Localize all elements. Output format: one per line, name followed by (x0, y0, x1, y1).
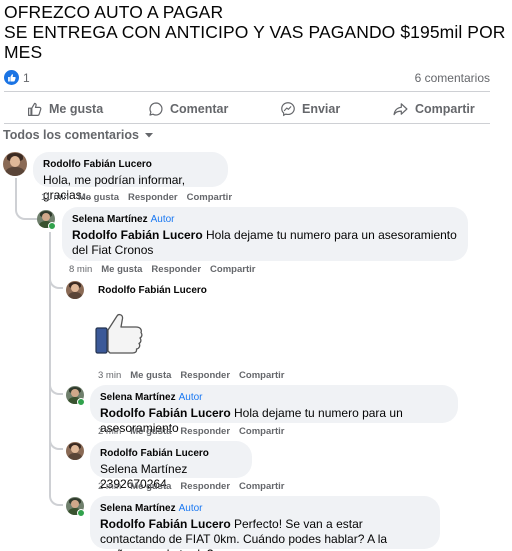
comment-meta: 3 min Me gusta Responder Compartir (98, 370, 293, 381)
like-link[interactable]: Me gusta (78, 192, 119, 203)
comment-time[interactable]: 2 min (98, 426, 121, 437)
thread-connector (49, 276, 63, 289)
sort-label: Todos los comentarios (3, 128, 139, 142)
mention-tag[interactable]: Rodolfo Fabián Lucero (72, 228, 203, 242)
thumbs-up-icon (28, 102, 42, 116)
comment-author: Selena Martínez Autor (72, 213, 458, 226)
mention-tag[interactable]: Rodolfo Fabián Lucero (100, 406, 231, 420)
share-button[interactable]: Compartir (392, 94, 475, 124)
share-link[interactable]: Compartir (210, 264, 255, 275)
post-line: OFREZCO AUTO A PAGAR (4, 2, 224, 22)
messenger-icon (281, 102, 295, 117)
thread-connector (49, 437, 63, 450)
online-status-indicator (77, 509, 85, 517)
comment-time[interactable]: 8 min (69, 264, 92, 275)
comment-bubble: Selena Martínez Autor Rodolfo Fabián Luce… (62, 207, 468, 261)
comment-button[interactable]: Comentar (148, 94, 228, 124)
comment-time[interactable]: 11 min (41, 192, 69, 203)
thread-connector (15, 200, 37, 220)
comment-author[interactable]: Rodolfo Fabián Lucero (43, 158, 218, 171)
reply-link[interactable]: Responder (180, 370, 230, 381)
comment-author[interactable]: Rodolfo Fabián Lucero (100, 447, 242, 460)
comment-bubble: Selena Martínez Autor Rodolfo Fabián Luce… (90, 385, 458, 435)
like-label: Me gusta (49, 102, 104, 116)
like-link[interactable]: Me gusta (130, 370, 171, 381)
comment-bubble: Selena Martínez Autor Rodolfo Fabián Luce… (90, 496, 440, 551)
reactions-bar: 1 6 comentarios (4, 70, 490, 86)
send-label: Enviar (302, 102, 341, 116)
comment-author[interactable]: Rodolfo Fabián Lucero (98, 285, 207, 296)
comment-bubble: Rodolfo Fabián Lucero Hola, me podrían i… (33, 152, 228, 202)
comment-meta: 2 min Me gusta Responder Compartir (98, 481, 293, 492)
online-status-indicator (77, 398, 85, 406)
comment-text: Rodolfo Fabián Lucero Hola dejame tu num… (72, 228, 458, 258)
post-line: MES (4, 42, 43, 62)
comment-bubble: Rodolfo Fabián Lucero Selena Martínez 23… (90, 441, 252, 491)
comment-count[interactable]: 6 comentarios (415, 71, 490, 85)
comment-author: Selena Martínez Autor (100, 391, 448, 404)
share-link[interactable]: Compartir (239, 370, 284, 381)
author-badge: Autor (150, 214, 175, 225)
author-name[interactable]: Selena Martínez (100, 503, 176, 514)
like-link[interactable]: Me gusta (130, 426, 171, 437)
share-link[interactable]: Compartir (239, 426, 284, 437)
comment-author: Selena Martínez Autor (100, 502, 430, 515)
reply-link[interactable]: Responder (180, 481, 230, 492)
avatar[interactable] (3, 152, 27, 176)
reaction-count[interactable]: 1 (23, 71, 30, 85)
like-link[interactable]: Me gusta (130, 481, 171, 492)
share-link[interactable]: Compartir (239, 481, 284, 492)
thumbs-up-sticker-icon (94, 311, 144, 355)
reply-link[interactable]: Responder (180, 426, 230, 437)
comment-label: Comentar (170, 102, 229, 116)
comment-meta: 8 min Me gusta Responder Compartir (69, 264, 264, 275)
post-line: SE ENTREGA CON ANTICIPO Y VAS PAGANDO $1… (4, 22, 506, 42)
chevron-down-icon (144, 133, 153, 138)
comment-meta: 2 min Me gusta Responder Compartir (98, 426, 293, 437)
share-icon (393, 103, 408, 116)
divider (4, 91, 490, 92)
send-button[interactable]: Enviar (280, 94, 340, 124)
author-name[interactable]: Selena Martínez (72, 214, 148, 225)
comment-meta: 11 min Me gusta Responder Compartir (41, 192, 241, 203)
like-reaction-icon[interactable] (4, 70, 19, 85)
author-badge: Autor (178, 392, 203, 403)
thread-line (49, 232, 51, 493)
like-link[interactable]: Me gusta (101, 264, 142, 275)
comment-icon (149, 102, 163, 116)
share-label: Compartir (415, 102, 475, 116)
thread-connector (49, 493, 63, 506)
avatar[interactable] (66, 442, 84, 460)
thread-connector (49, 382, 63, 395)
comment-time[interactable]: 2 min (98, 481, 121, 492)
reply-link[interactable]: Responder (151, 264, 201, 275)
author-name[interactable]: Selena Martínez (100, 392, 176, 403)
comment-time[interactable]: 3 min (98, 370, 121, 381)
post-action-bar: Me gusta Comentar Enviar Compartir (4, 94, 490, 124)
avatar[interactable] (66, 281, 84, 299)
divider (4, 123, 490, 124)
online-status-indicator (48, 222, 56, 230)
reply-link[interactable]: Responder (128, 192, 178, 203)
comment-text: Rodolfo Fabián Lucero Perfecto! Se van a… (100, 517, 430, 551)
mention-tag[interactable]: Rodolfo Fabián Lucero (100, 517, 231, 531)
comment-sort-dropdown[interactable]: Todos los comentarios (3, 128, 156, 142)
author-badge: Autor (178, 503, 203, 514)
like-button[interactable]: Me gusta (27, 94, 103, 124)
share-link[interactable]: Compartir (187, 192, 232, 203)
post-text: OFREZCO AUTO A PAGAR SE ENTREGA CON ANTI… (4, 2, 506, 62)
